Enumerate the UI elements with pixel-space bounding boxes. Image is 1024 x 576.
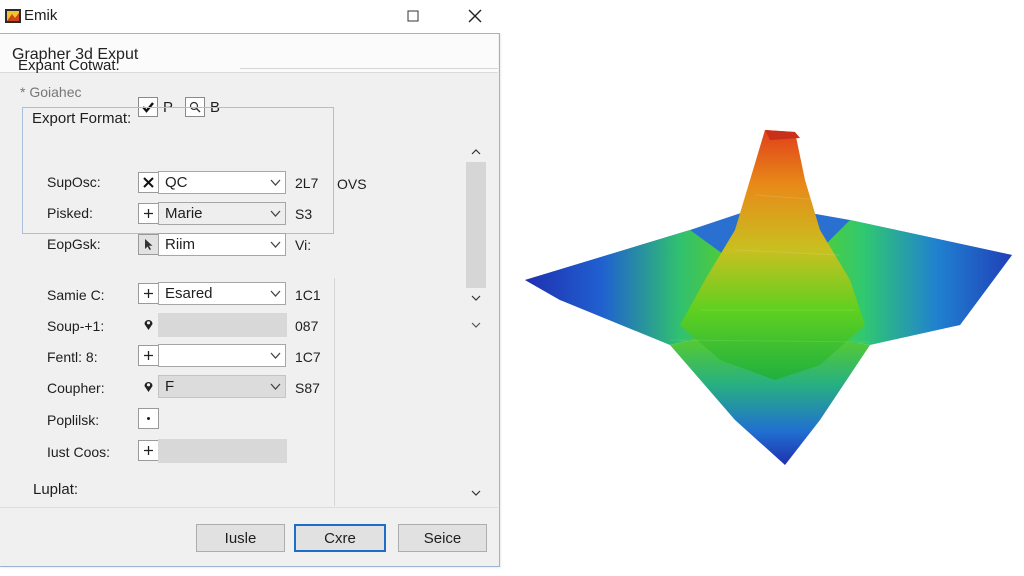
chevron-down-icon	[267, 285, 283, 302]
default-button[interactable]: Cxre	[294, 524, 386, 552]
scroll-up-button[interactable]	[466, 143, 486, 161]
app-logo-icon	[5, 9, 21, 23]
cursor-icon	[145, 239, 153, 250]
dot-button[interactable]	[138, 408, 159, 429]
select-value: QC	[165, 174, 188, 191]
row-value: 1C1	[295, 287, 321, 303]
pick-button[interactable]	[138, 234, 159, 255]
pin-button[interactable]	[138, 376, 159, 397]
chevron-down-icon	[267, 236, 283, 253]
chevron-up-icon	[471, 149, 481, 155]
row-label: Pisked:	[47, 205, 93, 221]
mode-select[interactable]: Riim	[158, 233, 286, 256]
chevron-down-icon	[471, 295, 481, 301]
hint-text: * Goiahec	[20, 84, 82, 100]
plus-icon	[144, 209, 153, 218]
chevron-down-icon	[267, 174, 283, 191]
select-value: F	[165, 378, 175, 395]
coupler-select[interactable]: F	[158, 375, 286, 398]
pin-icon	[144, 382, 153, 392]
select-value: Riim	[165, 236, 195, 253]
footer-separator	[0, 507, 498, 508]
dot-icon	[147, 417, 150, 420]
disabled-field	[158, 439, 287, 463]
row-label: Samie C:	[47, 287, 105, 303]
chevron-down-icon	[267, 205, 283, 222]
header-separator	[240, 68, 498, 69]
row-label: Iust Coos:	[47, 444, 111, 460]
export-format-label: Expant Cotwat:	[18, 57, 120, 74]
plus-icon	[144, 351, 153, 360]
plus-icon	[144, 289, 153, 298]
format-select[interactable]: QC	[158, 171, 286, 194]
row-label: Poplilsk:	[47, 412, 100, 428]
select-value: Esared	[165, 285, 213, 302]
scroll-down-button[interactable]	[466, 289, 486, 307]
plus-icon	[144, 446, 153, 455]
window-title: Emik	[24, 7, 58, 24]
font-select[interactable]	[158, 344, 286, 367]
pin-button[interactable]	[138, 314, 159, 335]
add-button[interactable]	[138, 283, 159, 304]
right-button[interactable]: Seice	[398, 524, 487, 552]
scroll-down-button[interactable]	[466, 484, 486, 502]
chevron-down-icon	[471, 490, 481, 496]
chevron-down-icon	[267, 378, 283, 395]
close-x-icon	[143, 177, 154, 188]
disabled-field	[158, 313, 287, 337]
add-button[interactable]	[138, 345, 159, 366]
footer-label: Luplat:	[33, 481, 79, 498]
clear-button[interactable]	[138, 172, 159, 193]
chevron-down-icon	[471, 322, 481, 328]
left-button[interactable]: Iusle	[196, 524, 285, 552]
chevron-down-icon	[267, 347, 283, 364]
close-icon	[468, 9, 482, 23]
row-value: S87	[295, 380, 320, 396]
shared-select[interactable]: Esared	[158, 282, 286, 305]
name-select[interactable]: Marie	[158, 202, 286, 225]
maximize-icon	[407, 10, 419, 22]
row-value: Vi:	[295, 237, 312, 253]
add-button[interactable]	[138, 203, 159, 224]
scrollbar-thumb[interactable]	[466, 162, 486, 288]
group-label: Export Format:	[30, 110, 134, 127]
row-value: 087	[295, 318, 319, 334]
row-label: Soup-+1:	[47, 318, 105, 334]
row-value: 2L7	[295, 175, 319, 191]
row-value: 1C7	[295, 349, 321, 365]
window-titlebar: Emik	[0, 0, 500, 32]
scroll-down-button[interactable]	[466, 316, 486, 334]
row-label: Coupher:	[47, 380, 105, 396]
row-label: Fentl: 8:	[47, 349, 98, 365]
row-value: S3	[295, 206, 313, 222]
row-label: EopGsk:	[47, 236, 101, 252]
row-extra-value: OVS	[337, 176, 367, 192]
close-button[interactable]	[460, 3, 490, 29]
add-button[interactable]	[138, 440, 159, 461]
maximize-button[interactable]	[398, 3, 428, 29]
column-divider	[334, 278, 335, 506]
row-label: SupOsc:	[47, 174, 101, 190]
surface-plot	[525, 130, 1012, 465]
pin-icon	[144, 320, 153, 330]
select-value: Marie	[165, 205, 203, 222]
